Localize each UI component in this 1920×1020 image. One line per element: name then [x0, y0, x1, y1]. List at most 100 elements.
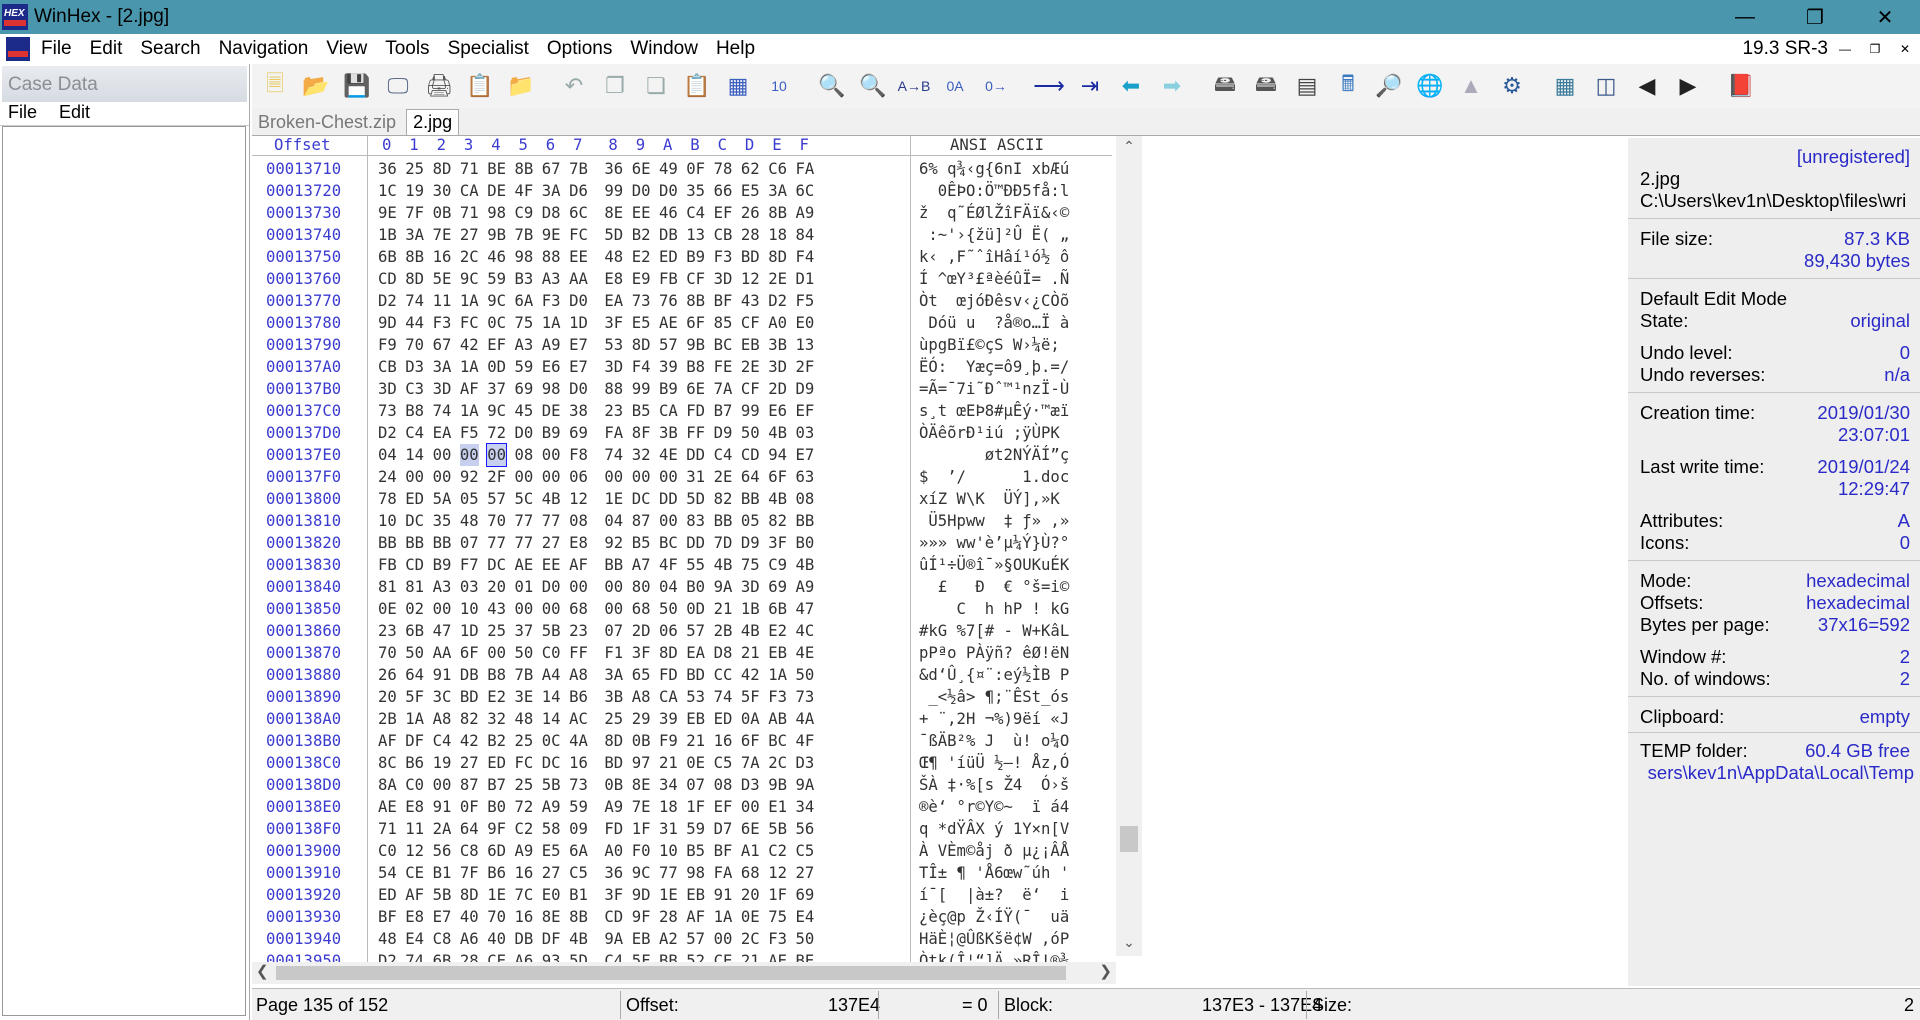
hex-byte[interactable]: 83: [686, 510, 705, 532]
hex-byte[interactable]: D8: [714, 642, 733, 664]
hex-byte[interactable]: 9F: [632, 906, 651, 928]
hex-byte[interactable]: 23: [604, 400, 623, 422]
row-offset[interactable]: 00013730: [266, 202, 341, 224]
hex-byte[interactable]: 6E: [632, 158, 651, 180]
hscroll-thumb[interactable]: [276, 966, 1066, 980]
hex-byte[interactable]: 57: [487, 488, 506, 510]
hex-byte[interactable]: CA: [659, 686, 678, 708]
hex-byte[interactable]: 38: [569, 400, 588, 422]
hex-byte[interactable]: 0B: [604, 774, 623, 796]
hex-byte[interactable]: 37: [515, 620, 534, 642]
hex-byte[interactable]: 57: [659, 334, 678, 356]
hex-byte[interactable]: A9: [542, 334, 561, 356]
hex-byte[interactable]: 4F: [515, 180, 534, 202]
hex-byte[interactable]: 6F: [768, 466, 787, 488]
hex-byte[interactable]: CB: [714, 224, 733, 246]
hex-byte[interactable]: 99: [604, 180, 623, 202]
hex-byte[interactable]: 1F: [632, 818, 651, 840]
hex-byte[interactable]: 0E: [741, 906, 760, 928]
hex-byte[interactable]: EB: [686, 884, 705, 906]
hex-byte[interactable]: 7D: [714, 532, 733, 554]
hex-byte[interactable]: 3F: [604, 312, 623, 334]
hex-byte[interactable]: B0: [796, 532, 815, 554]
hex-byte[interactable]: C4: [433, 730, 452, 752]
hex-byte[interactable]: 24: [378, 466, 397, 488]
hex-byte[interactable]: 5C: [515, 488, 534, 510]
hex-byte[interactable]: 50: [515, 642, 534, 664]
hex-byte[interactable]: A8: [433, 708, 452, 730]
menu-window[interactable]: Window: [621, 38, 707, 60]
hex-byte[interactable]: 10: [460, 598, 479, 620]
hex-byte[interactable]: A8: [632, 686, 651, 708]
hex-byte[interactable]: A6: [460, 928, 479, 950]
hex-byte[interactable]: 20: [487, 576, 506, 598]
hex-byte[interactable]: F3: [714, 246, 733, 268]
hex-byte[interactable]: 7F: [405, 202, 424, 224]
document-icon[interactable]: [6, 37, 32, 61]
hex-byte[interactable]: 1C: [378, 180, 397, 202]
hex-byte[interactable]: 34: [659, 774, 678, 796]
hex-byte[interactable]: 9D: [632, 884, 651, 906]
hex-byte[interactable]: 81: [378, 576, 397, 598]
hex-byte[interactable]: 70: [487, 906, 506, 928]
hex-byte[interactable]: 0B: [632, 730, 651, 752]
mdi-close-button[interactable]: ✕: [1890, 42, 1920, 56]
hex-byte[interactable]: 00: [632, 466, 651, 488]
hex-byte[interactable]: 50: [405, 642, 424, 664]
hex-byte[interactable]: 25: [515, 774, 534, 796]
calculator-icon[interactable]: 🖩: [1331, 69, 1365, 103]
hex-byte[interactable]: 2E: [714, 466, 733, 488]
hex-byte[interactable]: 5D: [604, 224, 623, 246]
hex-byte[interactable]: 3B: [768, 334, 787, 356]
scroll-up-icon[interactable]: ⌃: [1116, 138, 1142, 158]
hex-byte[interactable]: FE: [714, 356, 733, 378]
hex-byte[interactable]: 4B: [796, 554, 815, 576]
hex-byte[interactable]: BB: [405, 532, 424, 554]
columns-icon[interactable]: ◫: [1589, 69, 1623, 103]
hex-byte[interactable]: 50: [796, 664, 815, 686]
hex-byte[interactable]: AE: [515, 554, 534, 576]
hex-byte[interactable]: 98: [686, 862, 705, 884]
hex-byte[interactable]: 85: [714, 312, 733, 334]
hex-byte[interactable]: CD: [741, 444, 760, 466]
row-offset[interactable]: 00013710: [266, 158, 341, 180]
hex-byte[interactable]: 6A: [569, 840, 588, 862]
hex-byte[interactable]: 87: [460, 774, 479, 796]
hex-byte[interactable]: FB: [659, 268, 678, 290]
hex-byte[interactable]: B5: [632, 400, 651, 422]
hex-byte[interactable]: C6: [768, 158, 787, 180]
help-book-icon[interactable]: 📕: [1724, 69, 1758, 103]
hex-byte[interactable]: C8: [460, 840, 479, 862]
hex-byte[interactable]: 20: [378, 686, 397, 708]
hex-byte[interactable]: 00: [542, 598, 561, 620]
hex-byte[interactable]: 74: [714, 686, 733, 708]
hex-byte[interactable]: E7: [796, 444, 815, 466]
row-offset[interactable]: 000137B0: [266, 378, 341, 400]
find-hex-values-icon[interactable]: 0→: [979, 69, 1013, 103]
hex-byte[interactable]: B5: [632, 532, 651, 554]
hex-byte[interactable]: ED: [659, 246, 678, 268]
hex-byte[interactable]: 6E: [686, 378, 705, 400]
hex-byte[interactable]: 00: [542, 466, 561, 488]
hex-byte[interactable]: E7: [569, 356, 588, 378]
hex-byte[interactable]: B9: [542, 422, 561, 444]
open-disk-drive-icon[interactable]: 🖴: [1208, 69, 1242, 103]
hex-byte[interactable]: A0: [604, 840, 623, 862]
hex-byte[interactable]: 68: [632, 598, 651, 620]
hex-byte[interactable]: 91: [433, 796, 452, 818]
row-offset[interactable]: 00013930: [266, 906, 341, 928]
hex-byte[interactable]: 2F: [487, 466, 506, 488]
hex-byte[interactable]: 75: [768, 906, 787, 928]
hex-byte[interactable]: D9: [796, 378, 815, 400]
hex-byte[interactable]: 98: [542, 378, 561, 400]
hex-byte[interactable]: 5B: [433, 884, 452, 906]
hex-byte[interactable]: 7C: [515, 884, 534, 906]
hex-byte[interactable]: DD: [659, 488, 678, 510]
hex-byte[interactable]: 6A: [515, 290, 534, 312]
hex-byte[interactable]: B2: [632, 224, 651, 246]
ascii-text[interactable]: ®è‘ °r©Y©~ ï á4: [919, 796, 1069, 818]
hex-byte[interactable]: 50: [741, 422, 760, 444]
ascii-text[interactable]: í¯[ |à±? ë‘ i: [919, 884, 1069, 906]
hex-byte[interactable]: 3B: [604, 686, 623, 708]
hex-byte[interactable]: E8: [405, 796, 424, 818]
